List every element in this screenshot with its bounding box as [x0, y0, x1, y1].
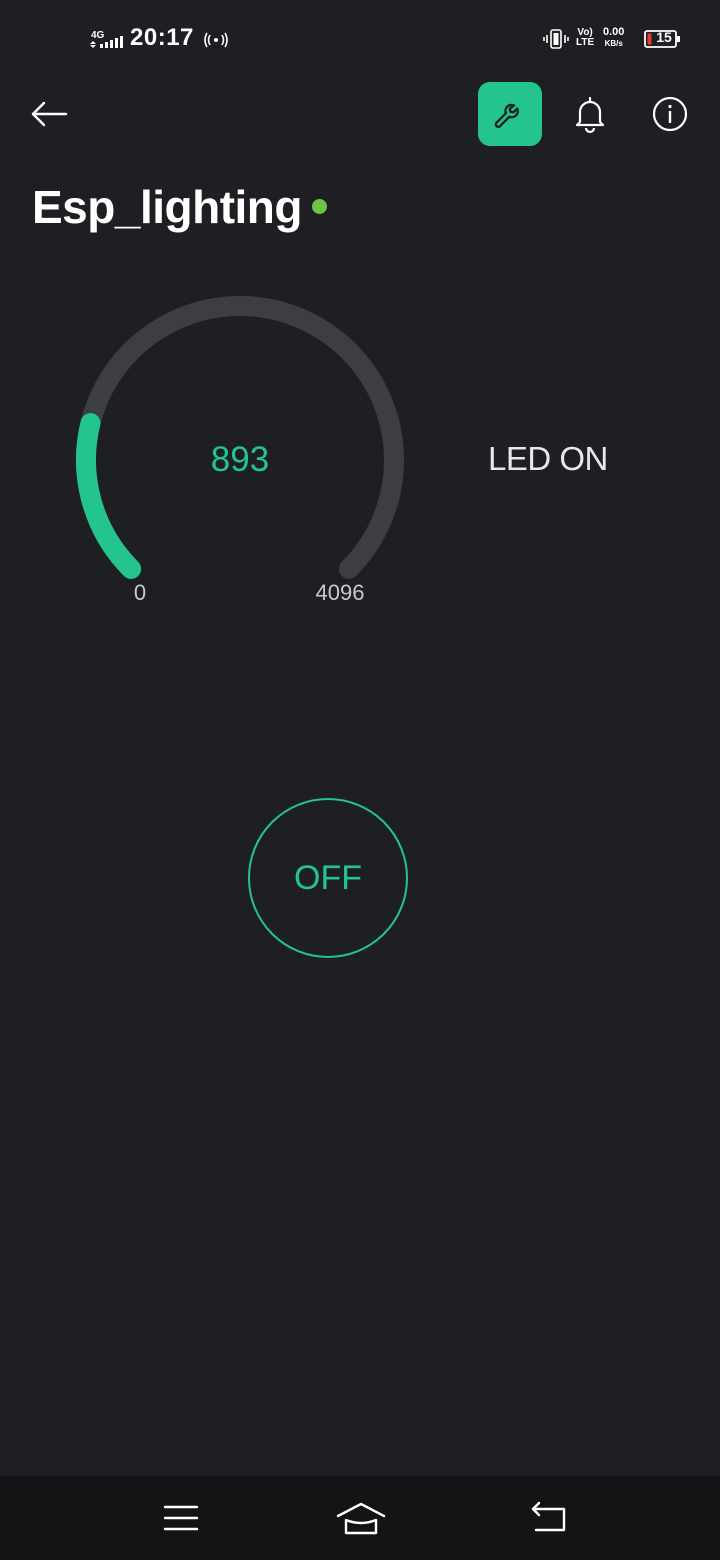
menu-icon[interactable]	[162, 1502, 200, 1534]
home-icon[interactable]	[336, 1500, 386, 1536]
back-icon[interactable]	[528, 1500, 570, 1536]
gauge-min-label: 0	[133, 580, 147, 605]
info-icon	[652, 96, 688, 132]
status-bar: 4G 20:17 Vo) LTE 0.00 KB/s 15	[0, 0, 720, 76]
signal-icon: 4G	[90, 30, 123, 48]
network-speed: 0.00 KB/s	[603, 26, 625, 49]
gauge-track	[76, 296, 404, 579]
back-button[interactable]	[28, 96, 72, 132]
gauge-fill	[76, 413, 142, 579]
gauge-value: 893	[210, 440, 270, 479]
settings-button[interactable]	[478, 82, 542, 146]
volte-indicator: Vo) LTE	[576, 27, 595, 48]
hotspot-icon	[204, 32, 228, 48]
page-title: Esp_lighting	[32, 181, 303, 233]
notifications-button[interactable]	[570, 94, 610, 134]
wrench-icon	[494, 103, 519, 128]
online-status-dot	[312, 199, 327, 214]
led-toggle-button[interactable]: OFF	[248, 798, 408, 958]
led-status-label: LED ON	[488, 440, 608, 477]
svg-text:4G: 4G	[91, 30, 105, 41]
gauge-max-label: 4096	[315, 580, 365, 605]
info-button[interactable]	[650, 94, 690, 134]
battery-level: 15	[656, 29, 672, 45]
bell-icon	[575, 96, 605, 134]
back-arrow-icon	[31, 101, 68, 127]
status-time: 20:17	[130, 24, 194, 51]
vibrate-icon	[543, 29, 569, 49]
